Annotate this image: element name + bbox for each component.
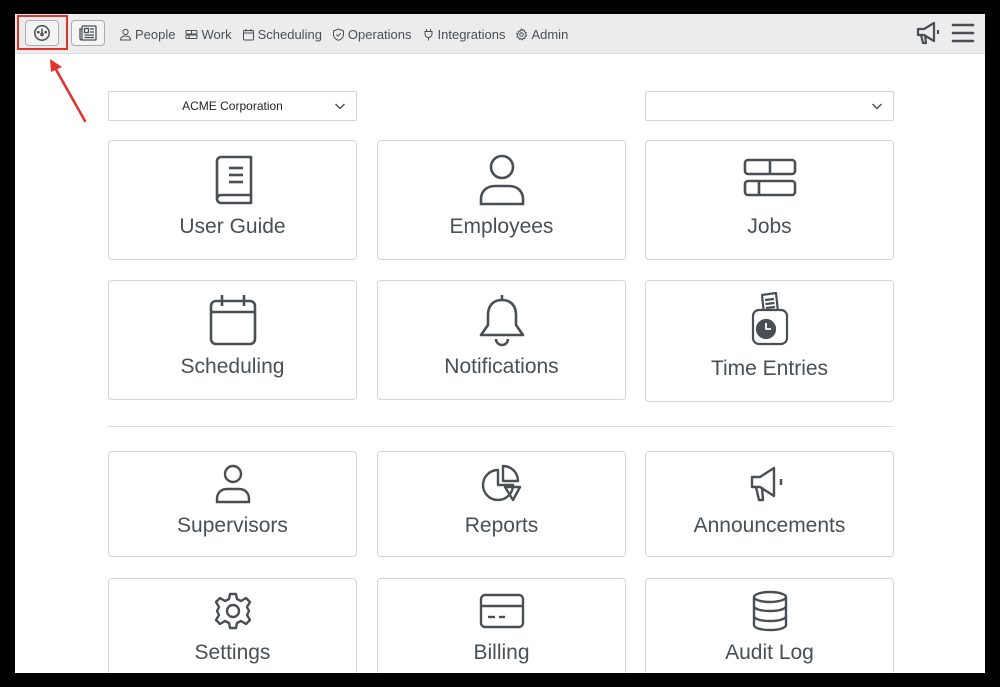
section-divider [108, 426, 894, 427]
tile-employees[interactable]: Employees [377, 140, 626, 260]
nav-label: Scheduling [257, 26, 322, 42]
announcements-button[interactable] [915, 20, 943, 51]
tile-audit-log[interactable]: Audit Log [645, 578, 894, 673]
tile-settings[interactable]: Settings [108, 578, 357, 673]
tile-label: Scheduling [180, 355, 285, 378]
menu-button[interactable] [951, 22, 975, 49]
shield-icon [332, 27, 344, 41]
tile-notifications[interactable]: Notifications [377, 280, 626, 400]
tile-supervisors[interactable]: Supervisors [108, 451, 357, 557]
gear-icon [214, 592, 251, 630]
megaphone-icon [750, 466, 782, 502]
nav-label: People [135, 26, 176, 42]
company-select[interactable]: ACME Corporation [108, 91, 357, 121]
tile-label: Announcements [693, 514, 846, 537]
main-nav: People Work Scheduling Operations Integr… [119, 14, 568, 54]
hamburger-menu-icon [951, 23, 975, 43]
nav-item-scheduling[interactable]: Scheduling [242, 27, 322, 42]
plug-icon [424, 28, 433, 40]
megaphone-icon [916, 21, 940, 45]
gear-icon [516, 27, 528, 41]
jobs-icon [743, 158, 796, 197]
annotation-arrow [50, 59, 87, 123]
chevron-down-icon [335, 103, 345, 110]
tile-announcements[interactable]: Announcements [645, 451, 894, 557]
nav-item-operations[interactable]: Operations [332, 27, 412, 42]
tile-label: Time Entries [710, 357, 829, 380]
tile-jobs[interactable]: Jobs [645, 140, 894, 260]
top-navbar: People Work Scheduling Operations Integr… [15, 14, 985, 54]
tile-label: Settings [194, 641, 271, 664]
nav-label: Work [201, 26, 232, 42]
nav-item-integrations[interactable]: Integrations [422, 26, 506, 42]
database-icon [752, 590, 787, 632]
work-icon [185, 29, 198, 39]
calendar-icon [209, 295, 256, 346]
nav-label: Operations [347, 26, 412, 42]
pie-chart-icon [481, 464, 521, 502]
secondary-select[interactable] [645, 91, 894, 121]
tile-label: User Guide [179, 215, 286, 238]
tile-reports[interactable]: Reports [377, 451, 626, 557]
chevron-down-icon [872, 103, 882, 110]
tile-label: Jobs [747, 215, 792, 238]
bell-icon [479, 295, 524, 347]
tile-billing[interactable]: Billing [377, 578, 626, 673]
nav-label: Integrations [437, 26, 506, 42]
tile-label: Reports [464, 514, 539, 537]
tile-label: Audit Log [725, 641, 814, 664]
calendar-icon [242, 28, 254, 40]
tile-label: Employees [449, 215, 554, 238]
tile-label: Notifications [444, 355, 559, 378]
tile-user-guide[interactable]: User Guide [108, 140, 357, 260]
book-icon [215, 155, 252, 205]
app-window: People Work Scheduling Operations Integr… [15, 14, 985, 673]
person-icon [479, 154, 524, 206]
tile-time-entries[interactable]: Time Entries [645, 280, 894, 402]
credit-card-icon [479, 593, 524, 629]
tile-scheduling[interactable]: Scheduling [108, 280, 357, 400]
nav-item-work[interactable]: Work [185, 26, 232, 42]
nav-item-admin[interactable]: Admin [515, 27, 568, 42]
person-icon [215, 464, 250, 504]
tile-label: Supervisors [177, 514, 288, 537]
time-clock-icon [751, 292, 788, 346]
tile-label: Billing [473, 641, 530, 664]
company-select-value: ACME Corporation [182, 99, 283, 113]
nav-label: Admin [531, 26, 569, 42]
